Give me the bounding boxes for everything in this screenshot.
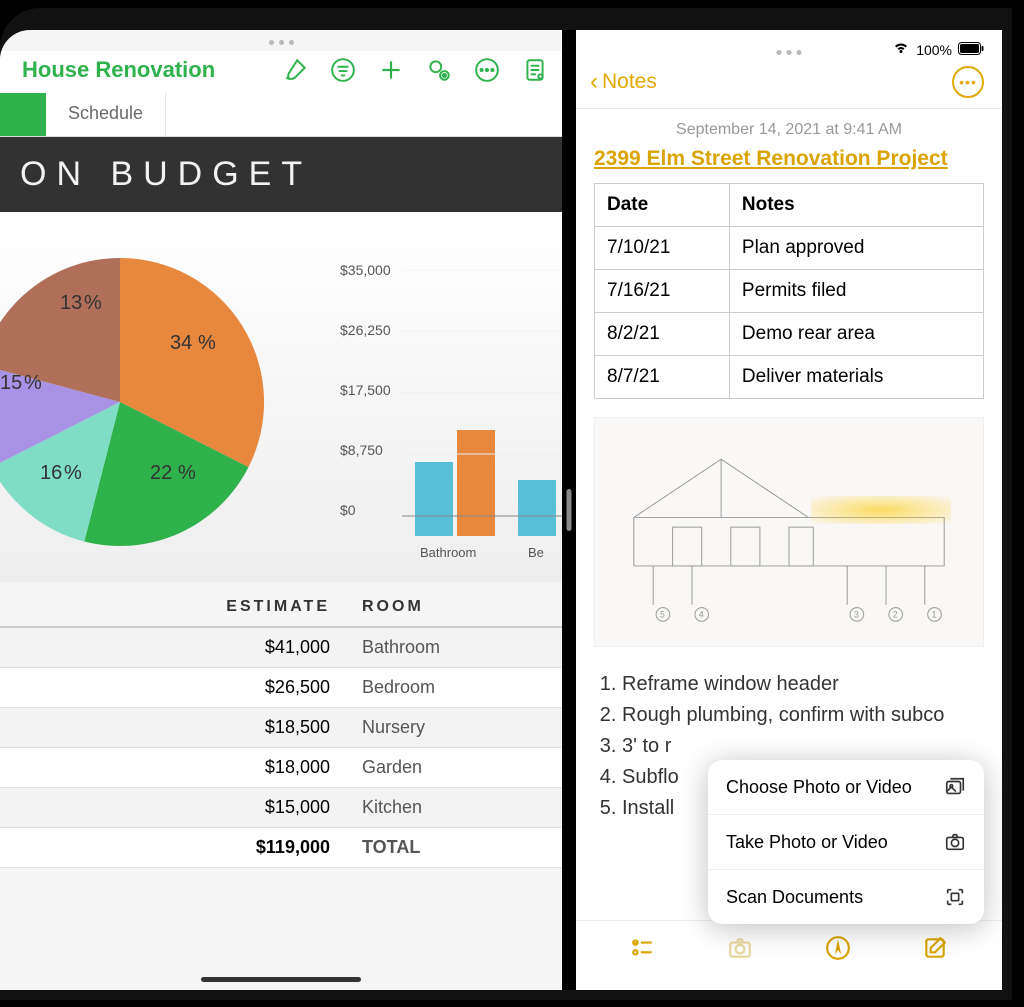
wifi-icon [892,41,910,60]
battery-percent: 100% [916,42,952,58]
svg-text:3: 3 [854,609,859,619]
more-icon[interactable] [474,57,500,83]
multitask-dots-right[interactable] [777,40,802,61]
attach-popup: Choose Photo or Video Take Photo or Vide… [708,760,984,924]
table-row[interactable]: $15,000Kitchen [0,788,562,828]
pie-label: 16 [40,462,62,485]
notes-toolbar [576,920,1002,990]
popup-take-photo[interactable]: Take Photo or Video [708,815,984,870]
camera-icon [944,831,966,853]
room-header: ROOM [350,598,550,616]
pie-chart[interactable]: 34% 22% 16% 15% 13% [0,242,340,572]
checklist-icon[interactable] [630,935,656,968]
bar-chart[interactable]: $35,000 $26,250 $17,500 $8,750 $0 Bathro… [340,242,562,572]
notes-header: ‹ Notes ••• [576,60,1002,109]
table-row[interactable]: 7/16/21Permits filed [595,270,984,313]
blueprint-image[interactable]: 5 4 3 2 1 [594,417,984,647]
list-item[interactable]: Reframe window header [622,669,984,700]
sheet-tabs: Schedule [0,93,562,137]
battery-icon [958,42,984,58]
document-title[interactable]: House Renovation [22,57,260,83]
photo-library-icon [944,776,966,798]
camera-toolbar-icon[interactable] [727,935,753,968]
table-row[interactable]: 8/7/21Deliver materials [595,356,984,399]
popup-choose-photo[interactable]: Choose Photo or Video [708,760,984,815]
chart-area: 34% 22% 16% 15% 13% $35,000 $26,250 $17,… [0,212,562,582]
table-row[interactable]: $18,000Garden [0,748,562,788]
pie-label: 34 [170,332,192,355]
table-row[interactable]: $26,500Bedroom [0,668,562,708]
pie-label: 15 [0,372,22,395]
filter-icon[interactable] [330,57,356,83]
draw-icon[interactable] [825,935,851,968]
popup-scan-documents[interactable]: Scan Documents [708,870,984,924]
estimate-header: ESTIMATE [0,598,350,616]
highlight-mark [811,496,951,524]
table-row[interactable]: 8/2/21Demo rear area [595,313,984,356]
list-item[interactable]: Rough plumbing, confirm with subco [622,700,984,731]
estimate-table: ESTIMATE ROOM $41,000Bathroom$26,500Bedr… [0,582,562,868]
tab-schedule[interactable]: Schedule [46,93,166,136]
brush-icon[interactable] [282,57,308,83]
list-item[interactable]: 3' to r [622,731,984,762]
home-indicator[interactable] [201,977,361,982]
status-bar: 100% [576,30,1002,60]
svg-text:2: 2 [893,609,898,619]
pie-label: 13 [60,292,82,315]
scan-icon [944,886,966,908]
svg-text:4: 4 [699,609,704,619]
multitask-dots-left[interactable] [0,30,562,51]
numbers-app: House Renovation Schedule ON B [0,30,562,990]
split-divider[interactable] [562,30,576,990]
note-title[interactable]: 2399 Elm Street Renovation Project [594,147,984,171]
table-row[interactable]: $18,500Nursery [0,708,562,748]
back-chevron-icon[interactable]: ‹ [590,68,598,96]
svg-text:1: 1 [932,609,937,619]
tab-active[interactable] [0,93,46,136]
table-row[interactable]: 7/10/21Plan approved [595,227,984,270]
note-table[interactable]: DateNotes 7/10/21Plan approved7/16/21Per… [594,183,984,399]
note-more-icon[interactable]: ••• [952,66,984,98]
banner-title: ON BUDGET [0,137,562,212]
table-row[interactable]: $41,000Bathroom [0,628,562,668]
pie-label: 22 [150,462,172,485]
back-button[interactable]: Notes [602,70,952,94]
note-timestamp: September 14, 2021 at 9:41 AM [594,121,984,139]
numbers-toolbar: House Renovation [0,51,562,93]
svg-text:5: 5 [660,609,665,619]
share-icon[interactable] [426,57,452,83]
compose-icon[interactable] [922,935,948,968]
document-icon[interactable] [522,57,548,83]
notes-app: 100% ‹ Notes ••• September 14, 2021 at 9… [576,30,1002,990]
plus-icon[interactable] [378,57,404,83]
table-total-row: $119,000TOTAL [0,828,562,868]
